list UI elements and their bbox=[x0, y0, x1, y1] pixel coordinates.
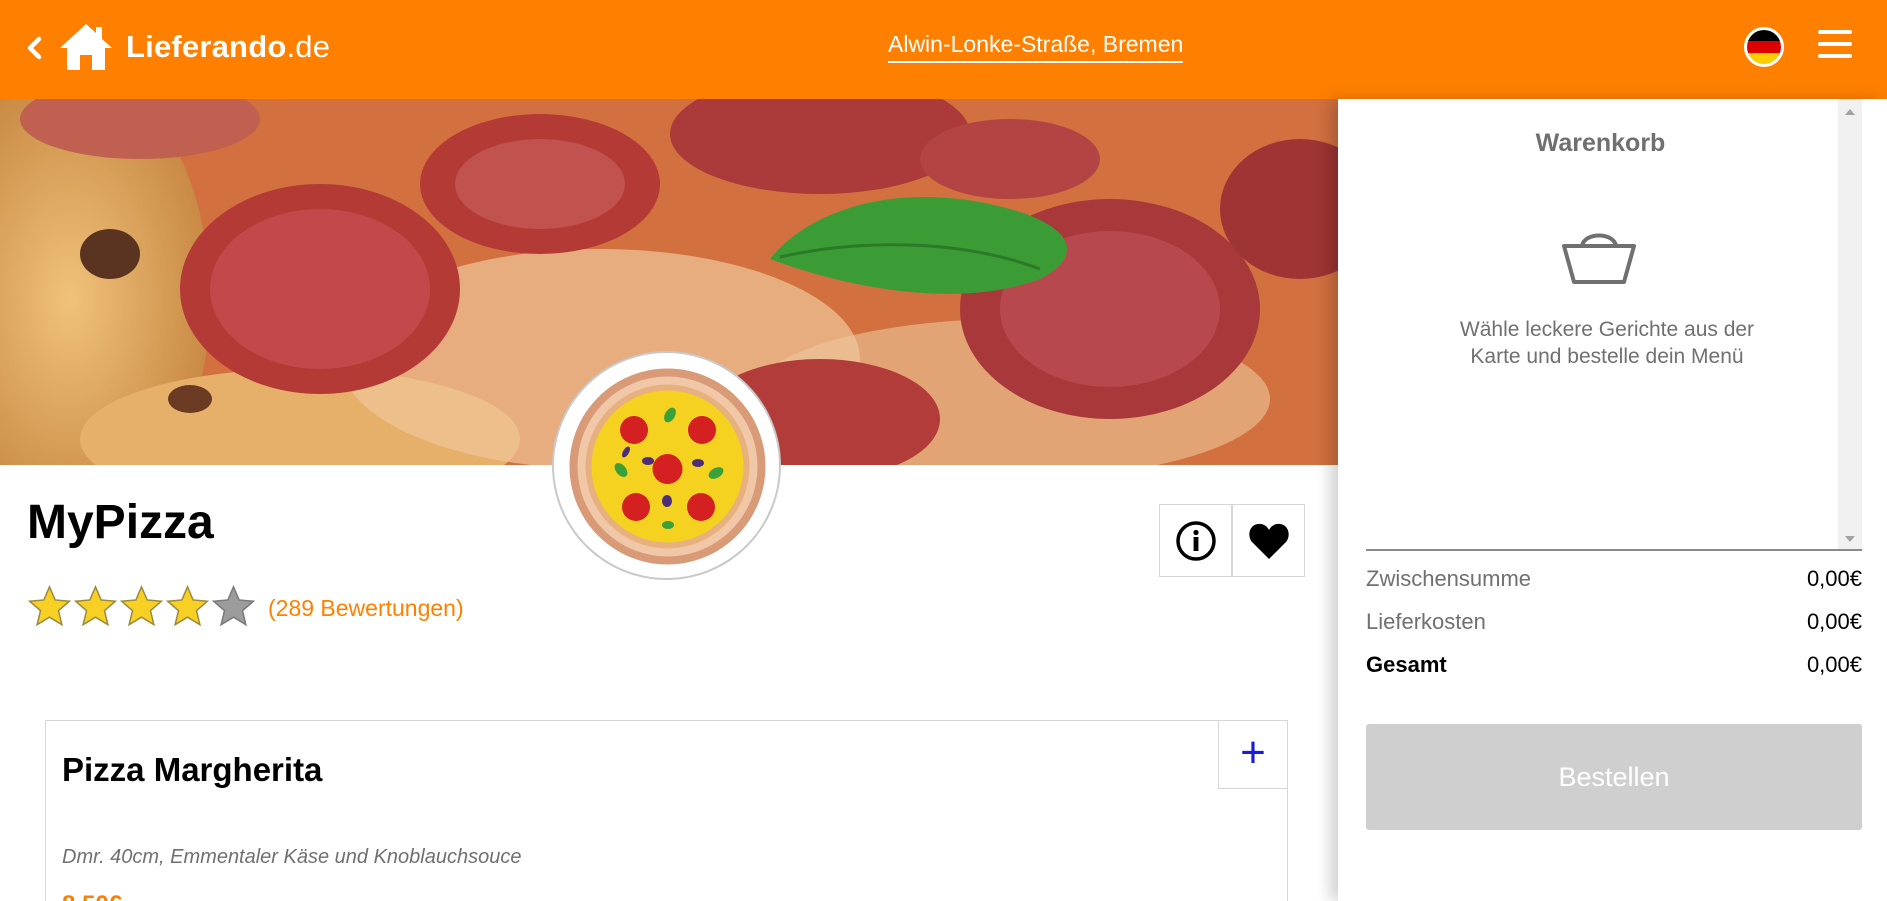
order-button[interactable]: Bestellen bbox=[1366, 724, 1862, 830]
favorite-button[interactable] bbox=[1232, 504, 1305, 577]
home-icon[interactable] bbox=[58, 22, 114, 72]
total-label: Gesamt bbox=[1366, 652, 1447, 677]
star-icon bbox=[165, 584, 210, 627]
delivery-label: Lieferkosten bbox=[1366, 609, 1486, 634]
total-value: 0,00€ bbox=[1806, 652, 1862, 677]
back-icon[interactable] bbox=[22, 30, 48, 66]
subtotal-value: 0,00€ bbox=[1806, 566, 1862, 591]
cart-scrollbar[interactable] bbox=[1838, 99, 1862, 550]
reviews-link[interactable]: (289 Bewertungen) bbox=[268, 595, 464, 622]
star-icon bbox=[27, 584, 72, 627]
total-row: Gesamt 0,00€ bbox=[1366, 652, 1862, 678]
delivery-row: Lieferkosten 0,00€ bbox=[1366, 609, 1862, 635]
menu-item-description: Dmr. 40cm, Emmentaler Käse und Knoblauch… bbox=[62, 846, 522, 868]
star-icon bbox=[211, 584, 256, 627]
brand-name: Lieferando bbox=[126, 29, 287, 64]
basket-icon bbox=[1562, 233, 1636, 284]
restaurant-name: MyPizza bbox=[27, 496, 214, 549]
menu-icon[interactable] bbox=[1818, 30, 1852, 62]
scroll-up-arrow[interactable] bbox=[1845, 109, 1855, 115]
rating-stars bbox=[27, 584, 256, 630]
delivery-value: 0,00€ bbox=[1806, 609, 1862, 634]
cart-divider bbox=[1366, 549, 1862, 551]
add-to-cart-button[interactable]: + bbox=[1218, 720, 1288, 789]
brand-tld: .de bbox=[286, 29, 331, 64]
info-icon bbox=[1175, 520, 1216, 561]
app-header: Lieferando.de Alwin-Lonke-Straße, Bremen bbox=[0, 0, 1887, 99]
restaurant-logo bbox=[552, 351, 781, 580]
menu-item-price: 8,50€ bbox=[62, 891, 122, 901]
scroll-down-arrow[interactable] bbox=[1845, 536, 1855, 542]
subtotal-row: Zwischensumme 0,00€ bbox=[1366, 566, 1862, 592]
brand-logo[interactable]: Lieferando.de bbox=[126, 29, 330, 65]
cart-title: Warenkorb bbox=[1535, 129, 1666, 157]
cart-scroll-area: Warenkorb Wähle leckere Gerichte aus der… bbox=[1338, 99, 1887, 549]
star-icon bbox=[73, 584, 118, 627]
heart-icon bbox=[1248, 523, 1289, 559]
info-button[interactable] bbox=[1159, 504, 1232, 577]
cart-empty-message: Wähle leckere Gerichte aus der Karte und… bbox=[1459, 318, 1755, 368]
delivery-address-link[interactable]: Alwin-Lonke-Straße, Bremen bbox=[888, 31, 1184, 63]
german-flag-icon[interactable] bbox=[1744, 27, 1784, 67]
plus-icon: + bbox=[1240, 728, 1266, 777]
menu-item-title: Pizza Margherita bbox=[62, 751, 323, 788]
menu-item-card: Pizza Margherita Dmr. 40cm, Emmentaler K… bbox=[45, 720, 1288, 901]
star-icon bbox=[119, 584, 164, 627]
subtotal-label: Zwischensumme bbox=[1366, 566, 1532, 591]
